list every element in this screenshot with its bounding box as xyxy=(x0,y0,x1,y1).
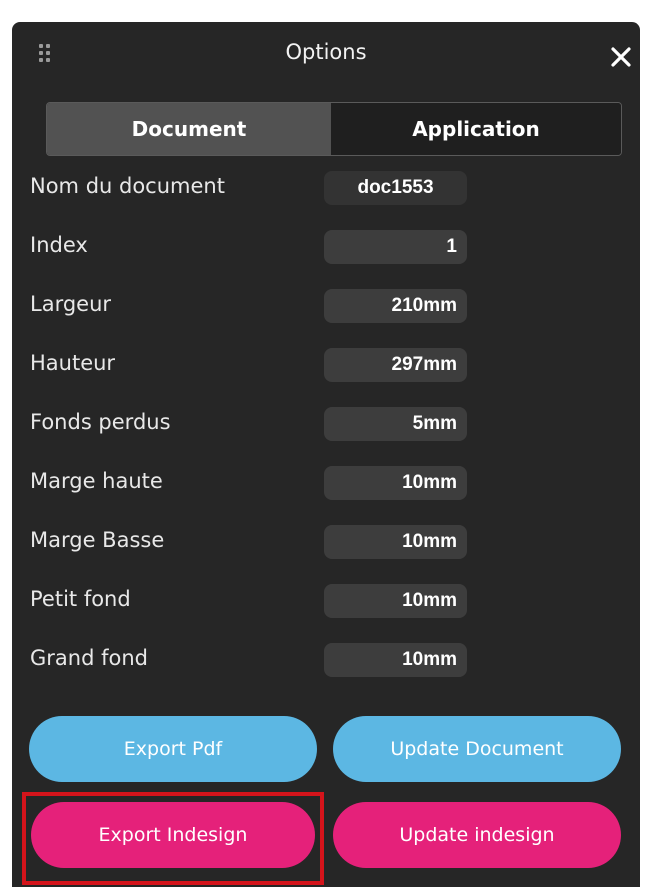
tab-document[interactable]: Document xyxy=(47,103,331,155)
document-name-input[interactable] xyxy=(324,171,467,205)
height-input[interactable] xyxy=(324,348,467,382)
inner-margin-label: Petit fond xyxy=(30,587,131,611)
bleed-input[interactable] xyxy=(324,407,467,441)
panel-title: Options xyxy=(285,40,367,64)
bleed-label: Fonds perdus xyxy=(30,410,171,434)
outer-margin-label: Grand fond xyxy=(30,646,148,670)
field-row-margin-bottom: Marge Basse xyxy=(12,522,640,562)
update-indesign-button[interactable]: Update indesign xyxy=(333,802,621,868)
width-label: Largeur xyxy=(30,292,112,316)
field-row-height: Hauteur xyxy=(12,345,640,385)
export-indesign-button[interactable]: Export Indesign xyxy=(31,802,315,868)
document-name-label: Nom du document xyxy=(30,174,225,198)
field-row-outer-margin: Grand fond xyxy=(12,640,640,680)
panel-titlebar[interactable]: Options xyxy=(12,22,640,84)
field-row-document-name: Nom du document xyxy=(12,168,640,208)
field-row-margin-top: Marge haute xyxy=(12,463,640,503)
margin-top-label: Marge haute xyxy=(30,469,163,493)
index-label: Index xyxy=(30,233,88,257)
margin-top-input[interactable] xyxy=(324,466,467,500)
margin-bottom-label: Marge Basse xyxy=(30,528,165,552)
field-row-width: Largeur xyxy=(12,286,640,326)
tab-bar: Document Application xyxy=(46,102,622,156)
inner-margin-input[interactable] xyxy=(324,584,467,618)
close-icon[interactable] xyxy=(610,46,632,68)
field-row-bleed: Fonds perdus xyxy=(12,404,640,444)
field-row-index: Index xyxy=(12,227,640,267)
width-input[interactable] xyxy=(324,289,467,323)
tab-application[interactable]: Application xyxy=(331,103,621,155)
options-panel: Options Document Application Nom du docu… xyxy=(12,22,640,887)
field-row-inner-margin: Petit fond xyxy=(12,581,640,621)
update-document-button[interactable]: Update Document xyxy=(333,716,621,782)
outer-margin-input[interactable] xyxy=(324,643,467,677)
margin-bottom-input[interactable] xyxy=(324,525,467,559)
height-label: Hauteur xyxy=(30,351,116,375)
export-pdf-button[interactable]: Export Pdf xyxy=(29,716,317,782)
index-input[interactable] xyxy=(324,230,467,264)
